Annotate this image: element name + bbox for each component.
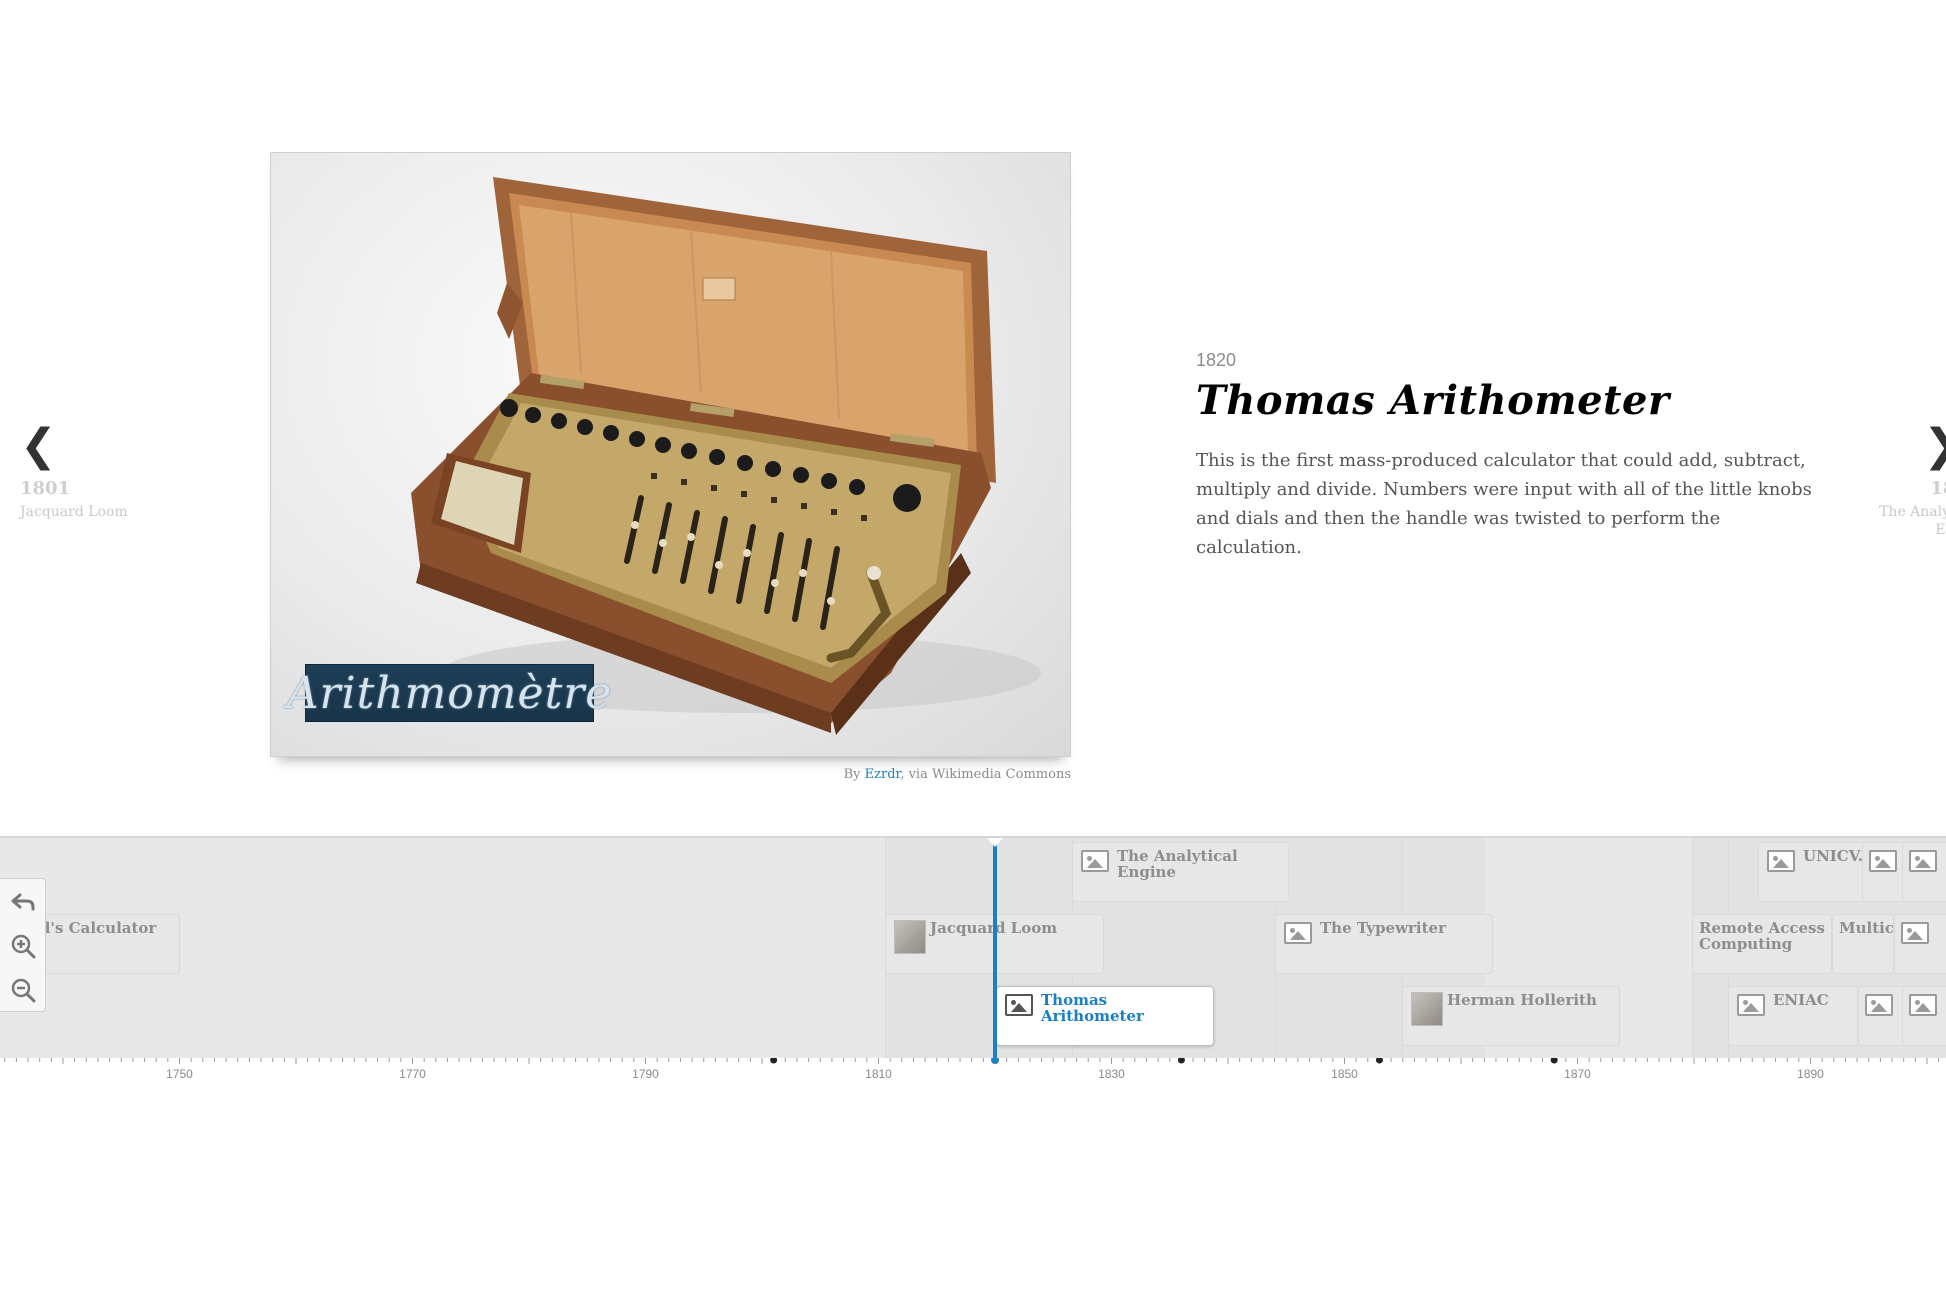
credit-link[interactable]: Ezrdr xyxy=(865,767,901,782)
current-date-notch xyxy=(987,838,1003,847)
image-icon xyxy=(1005,994,1033,1016)
arithmometre-plate: Arithmomètre xyxy=(287,664,611,722)
image-icon xyxy=(1767,850,1795,872)
timeline-marker[interactable] xyxy=(1894,914,1946,974)
timeline-marker[interactable]: Remote Access Computing xyxy=(1692,914,1832,974)
media-image: Arithmomètre xyxy=(270,152,1071,757)
zoom-in-button[interactable] xyxy=(8,931,38,961)
marker-label: The Typewriter xyxy=(1320,919,1446,937)
event-dot[interactable] xyxy=(1375,1058,1383,1064)
timeline-marker[interactable] xyxy=(1902,842,1946,902)
event-dot[interactable] xyxy=(770,1058,778,1064)
slide-title: Thomas Arithometer xyxy=(1196,377,1670,424)
back-arrow-icon xyxy=(11,893,35,911)
zoom-out-button[interactable] xyxy=(8,975,38,1005)
slide-viewer: Arithmomètre By Ezrdr, via Wikimedia Com… xyxy=(0,0,1946,836)
slide-text-block: 1820 Thomas Arithometer This is the firs… xyxy=(1196,350,1816,562)
marker-label: ENIAC xyxy=(1773,991,1829,1009)
marker-label: al's Calculator xyxy=(35,919,157,937)
marker-label: Multic xyxy=(1839,919,1894,937)
timeline-marker[interactable]: Multic xyxy=(1832,914,1894,974)
event-dot[interactable] xyxy=(1550,1058,1558,1064)
axis-tick-label: 1830 xyxy=(1098,1067,1125,1080)
axis-tick-label: 1790 xyxy=(632,1067,659,1080)
chevron-left-icon: ❮ xyxy=(20,420,57,471)
marker-label: Thomas Arithometer xyxy=(1041,991,1144,1025)
timeline-navigation[interactable]: al's Calculator The Analytical Engine UN… xyxy=(0,836,1946,1058)
image-icon xyxy=(1284,922,1312,944)
next-slide-title: The Analytic Engi xyxy=(1879,504,1946,538)
image-icon xyxy=(1909,994,1937,1016)
image-icon xyxy=(1909,850,1937,872)
marker-label: The Analytical Engine xyxy=(1117,847,1238,881)
timeline-marker[interactable]: ENIAC xyxy=(1728,986,1858,1046)
next-slide-button[interactable]: ❯ 183 The Analytic Engi xyxy=(1856,424,1946,539)
previous-slide-title: Jacquard Loom xyxy=(20,504,128,520)
image-icon xyxy=(1869,850,1897,872)
timeline-marker[interactable]: The Typewriter xyxy=(1275,914,1493,974)
axis-tick-label: 1870 xyxy=(1564,1067,1591,1080)
chevron-right-icon: ❯ xyxy=(1856,424,1946,468)
credit-prefix: By xyxy=(843,767,865,782)
timeline-marker[interactable] xyxy=(1902,986,1946,1046)
previous-slide-button[interactable]: ❮ 1801 Jacquard Loom xyxy=(20,424,150,521)
timeline-marker[interactable]: UNICV. xyxy=(1758,842,1868,902)
image-icon xyxy=(1901,922,1929,944)
plate-text: Arithmomètre xyxy=(286,667,613,719)
timeline-marker[interactable]: The Analytical Engine xyxy=(1072,842,1289,902)
image-icon xyxy=(1081,850,1109,872)
current-date-line xyxy=(993,838,997,1058)
axis-tick-label: 1750 xyxy=(166,1067,193,1080)
event-dot[interactable] xyxy=(991,1058,999,1064)
slide-description: This is the first mass-produced calculat… xyxy=(1196,450,1812,558)
marker-label: UNICV. xyxy=(1803,847,1863,865)
axis-tick-label: 1850 xyxy=(1331,1067,1358,1080)
back-to-start-button[interactable] xyxy=(8,887,38,917)
timeline-marker[interactable]: Herman Hollerith xyxy=(1402,986,1620,1046)
media-credit: By Ezrdr, via Wikimedia Commons xyxy=(844,767,1071,782)
zoom-in-icon xyxy=(11,934,36,959)
previous-slide-date: 1801 xyxy=(20,478,71,499)
marker-thumbnail xyxy=(1411,992,1443,1026)
axis-tick-label: 1770 xyxy=(399,1067,426,1080)
next-slide-date: 183 xyxy=(1930,478,1946,499)
slide-date: 1820 xyxy=(1196,350,1237,370)
credit-suffix: , via Wikimedia Commons xyxy=(900,767,1071,782)
time-axis: 6601670169017101730175017701790181018301… xyxy=(0,1058,1946,1080)
marker-label: Remote Access Computing xyxy=(1699,919,1825,953)
axis-tick-label: 1810 xyxy=(865,1067,892,1080)
marker-label: Herman Hollerith xyxy=(1447,991,1597,1009)
event-dot[interactable] xyxy=(1177,1058,1185,1064)
time-axis-ruler: 6601670169017101730175017701790181018301… xyxy=(4,1058,1940,1080)
axis-tick-label: 1890 xyxy=(1797,1067,1824,1080)
image-icon xyxy=(1865,994,1893,1016)
timeline-controls xyxy=(0,878,46,1012)
marker-thumbnail xyxy=(894,920,926,954)
zoom-out-icon xyxy=(11,978,36,1003)
timeline-marker-active[interactable]: Thomas Arithometer xyxy=(996,986,1214,1046)
image-icon xyxy=(1737,994,1765,1016)
